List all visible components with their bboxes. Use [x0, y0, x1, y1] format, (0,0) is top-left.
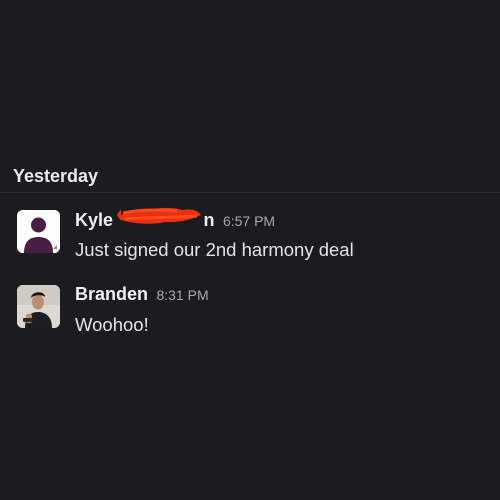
- message-text: Woohoo!: [75, 314, 149, 335]
- author-name[interactable]: Branden: [75, 284, 148, 304]
- message-timestamp[interactable]: 6:57 PM: [223, 213, 275, 229]
- message-text: Just signed our 2nd harmony deal: [75, 239, 354, 260]
- avatar[interactable]: [17, 210, 60, 253]
- message-header: Branden 8:31 PM: [75, 284, 209, 308]
- profile-photo: [17, 285, 60, 328]
- default-person-icon: [17, 210, 60, 253]
- message-timestamp[interactable]: 8:31 PM: [156, 287, 208, 303]
- avatar[interactable]: [17, 285, 60, 328]
- message-header: Kyle n 6:57 PM: [75, 207, 275, 233]
- author-name-tail: n: [203, 210, 215, 230]
- redaction-scribble: [117, 207, 202, 224]
- author-name[interactable]: Kyle: [75, 210, 113, 230]
- day-divider: Yesterday: [0, 160, 500, 193]
- message-pane: Yesterday Kyle n 6:57 PM Just signed our: [0, 0, 500, 500]
- day-divider-label[interactable]: Yesterday: [13, 166, 98, 187]
- redacted-surname: [117, 207, 203, 229]
